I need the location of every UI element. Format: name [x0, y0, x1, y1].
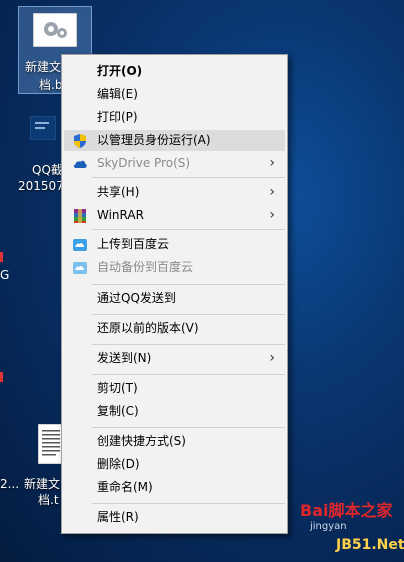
- menu-item-edit[interactable]: 编辑(E): [64, 84, 285, 105]
- menu-item-open[interactable]: 打开(O): [64, 61, 285, 82]
- watermark-line: JB51.Net: [336, 537, 404, 553]
- menu-item-label: 编辑(E): [97, 87, 138, 101]
- winrar-icon: [74, 209, 86, 223]
- image-file-thumbnail-icon: [30, 116, 56, 140]
- menu-separator: [92, 314, 285, 315]
- watermark-line: Bai脚本之家: [300, 501, 393, 520]
- menu-item-label: WinRAR: [97, 208, 144, 222]
- menu-item-skydrive-pro[interactable]: SkyDrive Pro(S) ›: [64, 153, 285, 174]
- desktop-icon-label: 档.b: [39, 78, 63, 92]
- menu-item-upload-baidu[interactable]: 上传到百度云: [64, 234, 285, 255]
- menu-separator: [92, 284, 285, 285]
- menu-item-label: 以管理员身份运行(A): [97, 133, 211, 147]
- chevron-right-icon: ›: [269, 207, 275, 223]
- desktop-icon-label: 新建文: [24, 477, 61, 491]
- uac-shield-icon: [74, 134, 86, 148]
- baidu-cloud-icon: [73, 239, 87, 251]
- menu-item-label: 打印(P): [97, 110, 138, 124]
- menu-item-label: 重命名(M): [97, 480, 153, 494]
- menu-item-label: 创建快捷方式(S): [97, 434, 186, 448]
- desktop-icon-label: QQ截: [32, 163, 63, 177]
- context-menu: 打开(O) 编辑(E) 打印(P) 以管理员身份运行(A) SkyDrive P…: [61, 54, 288, 534]
- cloud-icon: [73, 160, 87, 168]
- chevron-right-icon: ›: [269, 350, 275, 366]
- menu-item-send-via-qq[interactable]: 通过QQ发送到: [64, 288, 285, 309]
- menu-item-properties[interactable]: 属性(R): [64, 507, 285, 528]
- menu-item-label: SkyDrive Pro(S): [97, 156, 191, 170]
- menu-item-label: 剪切(T): [97, 381, 138, 395]
- menu-separator: [92, 427, 285, 428]
- baidu-cloud-icon: [73, 262, 87, 274]
- menu-item-create-shortcut[interactable]: 创建快捷方式(S): [64, 431, 285, 452]
- menu-item-label: 共享(H): [97, 185, 140, 199]
- menu-item-run-as-admin[interactable]: 以管理员身份运行(A): [64, 130, 285, 151]
- watermark-line: jingyan: [310, 521, 347, 532]
- menu-item-label: 删除(D): [97, 457, 140, 471]
- desktop-icon-label: 新建文: [25, 60, 62, 74]
- desktop-icon-label: 201507: [18, 179, 64, 193]
- menu-item-label: 上传到百度云: [97, 237, 170, 251]
- menu-item-label: 属性(R): [97, 510, 139, 524]
- menu-item-send-to[interactable]: 发送到(N) ›: [64, 348, 285, 369]
- menu-separator: [92, 344, 285, 345]
- menu-item-label: 复制(C): [97, 404, 139, 418]
- chevron-right-icon: ›: [269, 184, 275, 200]
- menu-item-copy[interactable]: 复制(C): [64, 401, 285, 422]
- desktop-edge-marker: [0, 252, 3, 262]
- desktop-edge-text: G: [0, 268, 10, 282]
- menu-separator: [92, 177, 285, 178]
- menu-item-auto-backup-baidu[interactable]: 自动备份到百度云: [64, 257, 285, 278]
- menu-item-restore-previous[interactable]: 还原以前的版本(V): [64, 318, 285, 339]
- menu-item-share[interactable]: 共享(H) ›: [64, 182, 285, 203]
- desktop-icon-txt-file[interactable]: 新建文 档.t: [20, 424, 64, 508]
- menu-separator: [92, 374, 285, 375]
- menu-item-label: 自动备份到百度云: [97, 260, 194, 274]
- desktop-icon-label: 档.t: [38, 493, 59, 507]
- menu-item-label: 发送到(N): [97, 351, 152, 365]
- menu-item-label: 还原以前的版本(V): [97, 321, 199, 335]
- menu-item-delete[interactable]: 删除(D): [64, 454, 285, 475]
- menu-separator: [92, 229, 285, 230]
- menu-separator: [92, 503, 285, 504]
- desktop-edge-marker: [0, 372, 3, 382]
- desktop-icon-qq-screenshot[interactable]: QQ截 201507: [18, 116, 64, 196]
- menu-item-winrar[interactable]: WinRAR ›: [64, 205, 285, 226]
- menu-item-print[interactable]: 打印(P): [64, 107, 285, 128]
- chevron-right-icon: ›: [269, 155, 275, 171]
- desktop-icon-label: 2...: [0, 477, 20, 491]
- menu-item-cut[interactable]: 剪切(T): [64, 378, 285, 399]
- menu-item-rename[interactable]: 重命名(M): [64, 477, 285, 498]
- settings-file-thumbnail-icon: [33, 13, 77, 47]
- menu-item-label: 打开(O): [97, 64, 143, 78]
- menu-item-label: 通过QQ发送到: [97, 291, 176, 305]
